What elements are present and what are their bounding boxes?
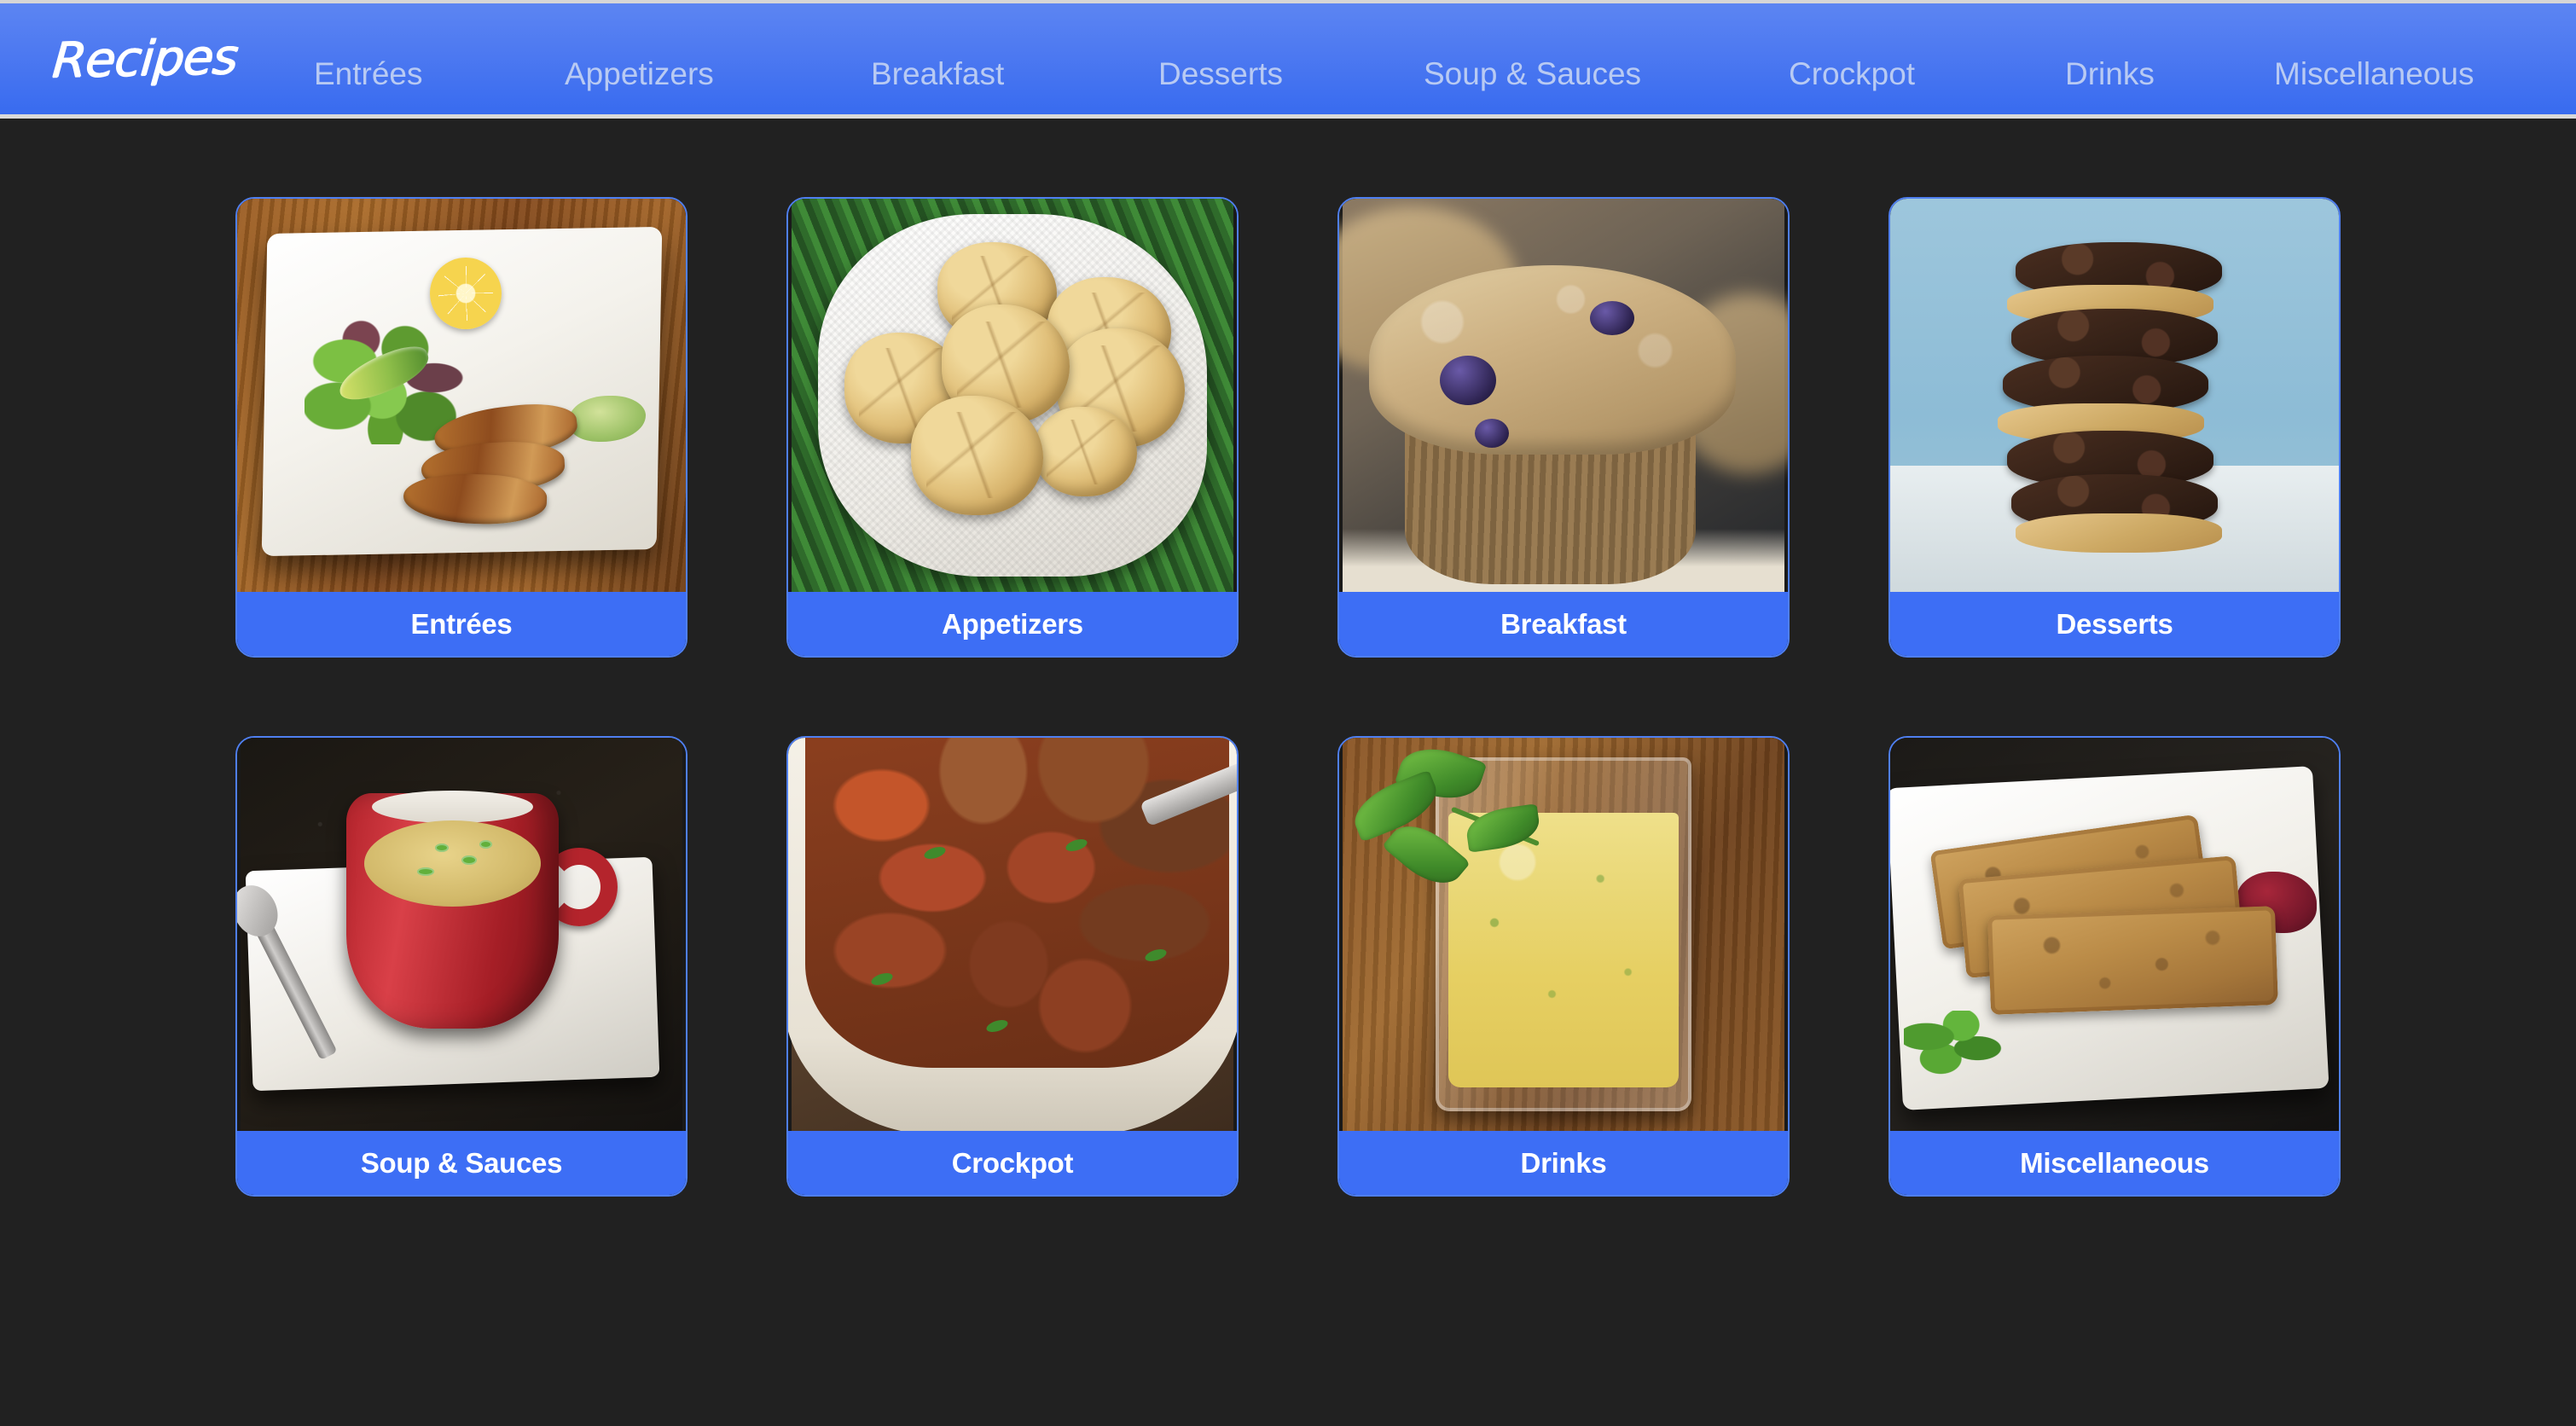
nav-link-entrees[interactable]: Entrées: [310, 46, 426, 101]
nav-link-drinks[interactable]: Drinks: [2062, 46, 2158, 101]
category-label-breakfast: Breakfast: [1339, 592, 1788, 656]
category-label-desserts: Desserts: [1890, 592, 2339, 656]
category-photo-entrees: [237, 199, 686, 592]
nav-link-crockpot[interactable]: Crockpot: [1785, 46, 1918, 101]
site-header: Recipes Entrées Appetizers Breakfast Des…: [0, 0, 2576, 119]
category-card-soup-sauces[interactable]: Soup & Sauces: [235, 736, 688, 1197]
category-photo-soup-sauces: [237, 738, 686, 1131]
category-card-appetizers[interactable]: Appetizers: [786, 197, 1239, 658]
category-card-drinks[interactable]: Drinks: [1337, 736, 1790, 1197]
category-photo-breakfast: [1339, 199, 1788, 592]
nav-link-appetizers[interactable]: Appetizers: [561, 46, 717, 101]
category-label-drinks: Drinks: [1339, 1131, 1788, 1195]
category-photo-drinks: [1339, 738, 1788, 1131]
category-card-miscellaneous[interactable]: Miscellaneous: [1888, 736, 2341, 1197]
category-card-desserts[interactable]: Desserts: [1888, 197, 2341, 658]
category-card-breakfast[interactable]: Breakfast: [1337, 197, 1790, 658]
category-card-crockpot[interactable]: Crockpot: [786, 736, 1239, 1197]
category-label-crockpot: Crockpot: [788, 1131, 1237, 1195]
category-photo-crockpot: [788, 738, 1237, 1131]
category-label-entrees: Entrées: [237, 592, 686, 656]
category-label-appetizers: Appetizers: [788, 592, 1237, 656]
nav-link-desserts[interactable]: Desserts: [1155, 46, 1286, 101]
nav-link-miscellaneous[interactable]: Miscellaneous: [2271, 46, 2477, 101]
category-card-entrees[interactable]: Entrées: [235, 197, 688, 658]
category-label-miscellaneous: Miscellaneous: [1890, 1131, 2339, 1195]
category-grid: Entrées Appetizers Breakfast Desserts So…: [0, 119, 2576, 1197]
category-label-soup-sauces: Soup & Sauces: [237, 1131, 686, 1195]
nav-link-breakfast[interactable]: Breakfast: [867, 46, 1007, 101]
category-photo-desserts: [1890, 199, 2339, 592]
category-photo-appetizers: [788, 199, 1237, 592]
brand-logo[interactable]: Recipes: [50, 28, 240, 89]
nav-link-soup-sauces[interactable]: Soup & Sauces: [1420, 46, 1645, 101]
category-photo-miscellaneous: [1890, 738, 2339, 1131]
